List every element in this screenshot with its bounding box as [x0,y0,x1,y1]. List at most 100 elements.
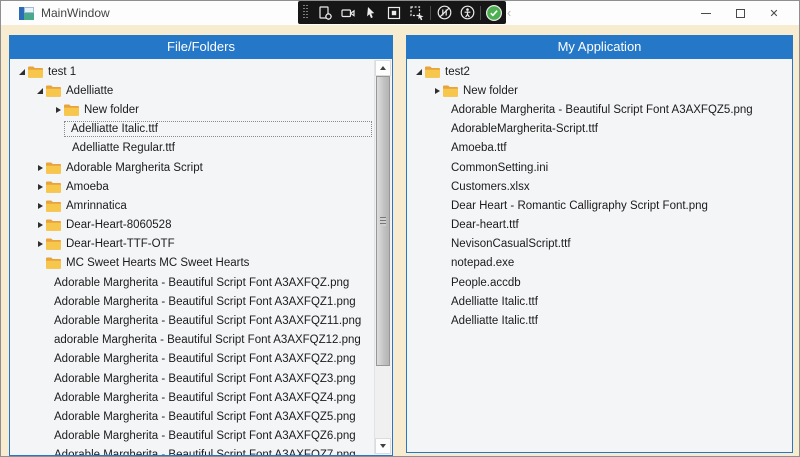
tree-item-label: Dear-heart.ttf [449,218,521,232]
tree-item-label: New folder [82,103,141,117]
tree-row[interactable]: test 1 [10,62,374,81]
tree-item-label: Adorable Margherita - Beautiful Script F… [52,448,358,456]
application-tree: test2 New folder Adorable Margherita - Bea… [407,59,792,452]
tree-row[interactable]: Adorable Margherita - Beautiful Script F… [10,427,374,446]
tree-row[interactable]: Adorable Margherita - Beautiful Script F… [10,311,374,330]
tree-row[interactable]: Adorable Margherita - Beautiful Script F… [10,446,374,456]
tree-row[interactable]: Adelliatte Italic.ttf [407,311,792,330]
tree-row[interactable]: Customers.xlsx [407,177,792,196]
tree-row[interactable]: Adelliatte Italic.ttf [407,292,792,311]
tree-row[interactable]: Adorable Margherita - Beautiful Script F… [407,100,792,119]
tree-row[interactable]: AdorableMargherita-Script.ttf [407,120,792,139]
expander-spacer [431,120,443,139]
expander-spacer [431,273,443,292]
tree-row[interactable]: Adelliatte Regular.ttf [10,139,374,158]
vertical-scrollbar[interactable] [374,60,391,454]
scrollbar-thumb[interactable] [376,76,390,366]
maximize-button[interactable] [723,1,757,25]
close-button[interactable]: ✕ [757,1,791,25]
tree-row[interactable]: Adelliatte [10,81,374,100]
toolbar-separator [430,6,431,20]
tree-row[interactable]: Adorable Margherita - Beautiful Script F… [10,407,374,426]
tree-row[interactable]: Adorable Margherita - Beautiful Script F… [10,388,374,407]
expander-spacer [34,254,46,273]
tree-row[interactable]: notepad.exe [407,254,792,273]
files-panel: File/Folders test 1Adelliatte New folder A… [9,35,393,456]
tree-row[interactable]: Amoeba [10,177,374,196]
tree-item-label: Dear Heart - Romantic Calligraphy Script… [449,199,710,213]
expander-closed-icon[interactable] [34,158,46,177]
tree-row[interactable]: Dear-Heart-TTF-OTF [10,235,374,254]
files-panel-header: File/Folders [9,35,393,59]
expander-spacer [431,292,443,311]
expander-spacer [431,254,443,273]
expander-spacer [431,177,443,196]
tree-item-label: New folder [461,84,520,98]
collapse-chevron-icon[interactable]: ‹ [507,3,511,22]
tree-row[interactable]: Adorable Margherita - Beautiful Script F… [10,369,374,388]
tree-item-label: Adorable Margherita - Beautiful Script F… [449,103,755,117]
camera-icon[interactable] [338,3,358,22]
toolbar-separator [480,6,481,20]
drag-handle-icon[interactable] [303,5,310,20]
expander-spacer [34,446,46,456]
folder-icon [46,219,64,231]
tree-row[interactable]: Adelliatte Italic.ttf [10,120,374,139]
expander-closed-icon[interactable] [34,235,46,254]
expander-spacer [431,100,443,119]
tree-row[interactable]: New folder [10,100,374,119]
expander-open-icon[interactable] [34,81,46,100]
tree-item-label: Adelliatte Italic.ttf [449,295,540,309]
tree-row[interactable]: test2 [407,62,792,81]
pause-disabled-icon[interactable] [434,3,454,22]
tree-item-label: Adorable Margherita - Beautiful Script F… [52,314,363,328]
expander-closed-icon[interactable] [34,216,46,235]
application-panel-body: test2 New folder Adorable Margherita - Bea… [406,59,793,453]
person-target-icon[interactable] [457,3,477,22]
expander-closed-icon[interactable] [431,81,443,100]
expander-closed-icon[interactable] [34,196,46,215]
tree-item-label: Adelliatte Italic.ttf [449,314,540,328]
tree-item-label: Adorable Margherita - Beautiful Script F… [52,410,358,424]
tree-row[interactable]: Adorable Margherita Script [10,158,374,177]
expander-closed-icon[interactable] [52,100,64,119]
lasso-select-icon[interactable] [407,3,427,22]
tree-row[interactable]: Adorable Margherita - Beautiful Script F… [10,350,374,369]
tree-row[interactable]: People.accdb [407,273,792,292]
tree-item-label: Adorable Margherita - Beautiful Script F… [52,295,358,309]
application-panel: My Application test2New folderAdorable M… [406,35,793,453]
tree-row[interactable]: Adorable Margherita - Beautiful Script F… [10,292,374,311]
expander-spacer [34,292,46,311]
expander-open-icon[interactable] [16,62,28,81]
expander-spacer [34,407,46,426]
tree-row[interactable]: Dear-heart.ttf [407,216,792,235]
tree-item-label: Amoeba [64,180,111,194]
tree-item-label: Adorable Margherita - Beautiful Script F… [52,352,358,366]
scrollbar-track[interactable] [375,76,391,438]
tree-row[interactable]: adorable Margherita - Beautiful Script F… [10,331,374,350]
expander-spacer [34,311,46,330]
tree-item-label: Adorable Margherita - Beautiful Script F… [52,276,351,290]
confirm-check-icon[interactable] [484,3,504,22]
cursor-icon[interactable] [361,3,381,22]
tree-row[interactable]: Adorable Margherita - Beautiful Script F… [10,273,374,292]
tree-row[interactable]: MC Sweet Hearts MC Sweet Hearts [10,254,374,273]
expander-open-icon[interactable] [413,62,425,81]
scroll-up-button[interactable] [375,60,391,76]
tree-row[interactable]: Amoeba.ttf [407,139,792,158]
tree-row[interactable]: New folder [407,81,792,100]
minimize-button[interactable] [689,1,723,25]
scroll-down-button[interactable] [375,438,391,454]
tree-row[interactable]: Amrinnatica [10,196,374,215]
tree-row[interactable]: Dear Heart - Romantic Calligraphy Script… [407,196,792,215]
expander-closed-icon[interactable] [34,177,46,196]
tree-row[interactable]: Dear-Heart-8060528 [10,216,374,235]
tree-item-label: MC Sweet Hearts MC Sweet Hearts [64,256,251,270]
tree-row[interactable]: CommonSetting.ini [407,158,792,177]
tree-row[interactable]: NevisonCasualScript.ttf [407,235,792,254]
folder-icon [46,200,64,212]
tree-item-label: Adorable Margherita - Beautiful Script F… [52,391,358,405]
expander-spacer [34,350,46,369]
script-settings-icon[interactable] [315,3,335,22]
region-select-icon[interactable] [384,3,404,22]
